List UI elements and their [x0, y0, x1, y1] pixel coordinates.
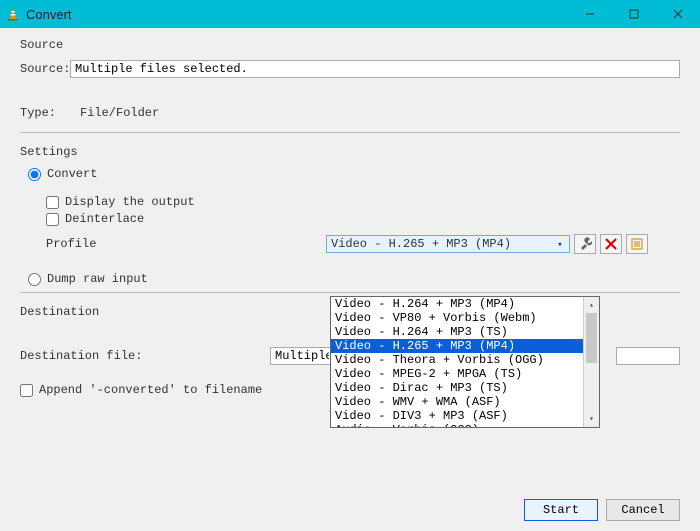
new-profile-icon [631, 238, 643, 250]
display-output-label: Display the output [65, 195, 195, 209]
vlc-cone-icon [6, 7, 20, 21]
append-converted-label: Append '-converted' to filename [39, 383, 262, 397]
profile-dropdown-list[interactable]: Video - H.264 + MP3 (MP4) Video - VP80 +… [330, 296, 600, 428]
start-button[interactable]: Start [524, 499, 598, 521]
settings-section-label: Settings [20, 145, 680, 159]
chevron-down-icon: ▾ [553, 238, 567, 252]
convert-radio[interactable] [28, 168, 41, 181]
source-section-label: Source [20, 38, 680, 52]
display-output-checkbox[interactable] [46, 196, 59, 209]
scroll-down-icon[interactable]: ▾ [584, 411, 599, 427]
destination-file-label: Destination file: [20, 349, 270, 363]
source-input[interactable] [70, 60, 680, 78]
dropdown-scrollbar[interactable]: ▴ ▾ [583, 297, 599, 427]
profile-option-selected[interactable]: Video - H.265 + MP3 (MP4) [331, 339, 599, 353]
window-title: Convert [26, 7, 568, 22]
profile-option[interactable]: Video - MPEG-2 + MPGA (TS) [331, 367, 599, 381]
destination-file-extra-input[interactable] [616, 347, 680, 365]
wrench-icon [578, 237, 592, 251]
titlebar: Convert [0, 0, 700, 28]
dump-raw-radio[interactable] [28, 273, 41, 286]
type-label: Type: [20, 106, 70, 120]
minimize-button[interactable] [568, 0, 612, 28]
cancel-button[interactable]: Cancel [606, 499, 680, 521]
profile-option[interactable]: Video - WMV + WMA (ASF) [331, 395, 599, 409]
profile-label: Profile [46, 237, 326, 251]
profile-option[interactable]: Video - Dirac + MP3 (TS) [331, 381, 599, 395]
scroll-up-icon[interactable]: ▴ [584, 297, 599, 313]
deinterlace-checkbox[interactable] [46, 213, 59, 226]
profile-option[interactable]: Video - H.264 + MP3 (TS) [331, 325, 599, 339]
type-value: File/Folder [80, 106, 159, 120]
profile-option[interactable]: Video - Theora + Vorbis (OGG) [331, 353, 599, 367]
append-converted-checkbox[interactable] [20, 384, 33, 397]
maximize-button[interactable] [612, 0, 656, 28]
profile-combobox[interactable]: Video - H.265 + MP3 (MP4) ▾ [326, 235, 570, 253]
close-button[interactable] [656, 0, 700, 28]
scroll-thumb[interactable] [586, 313, 597, 363]
source-label: Source: [20, 62, 70, 76]
delete-profile-button[interactable] [600, 234, 622, 254]
new-profile-button[interactable] [626, 234, 648, 254]
profile-option[interactable]: Video - VP80 + Vorbis (Webm) [331, 311, 599, 325]
convert-label: Convert [47, 167, 97, 181]
deinterlace-label: Deinterlace [65, 212, 144, 226]
profile-option[interactable]: Video - H.264 + MP3 (MP4) [331, 297, 599, 311]
destination-file-input[interactable] [270, 347, 334, 365]
profile-option[interactable]: Video - DIV3 + MP3 (ASF) [331, 409, 599, 423]
profile-option[interactable]: Audio - Vorbis (OGG) [331, 423, 599, 427]
delete-icon [605, 238, 617, 250]
profile-selected-value: Video - H.265 + MP3 (MP4) [331, 237, 511, 251]
edit-profile-button[interactable] [574, 234, 596, 254]
dump-raw-label: Dump raw input [47, 272, 148, 286]
